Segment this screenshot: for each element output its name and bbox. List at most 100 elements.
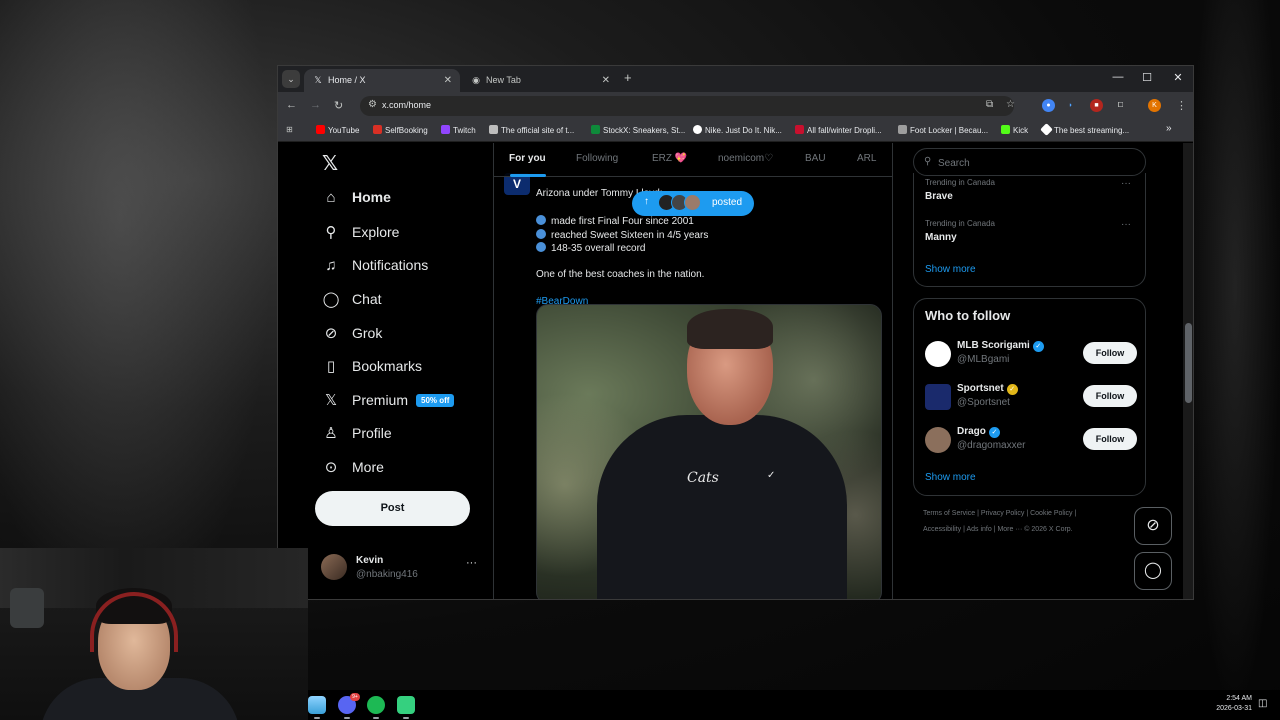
tab-title: New Tab: [486, 75, 521, 85]
follow-suggestion[interactable]: Sportsnet ✓ @Sportsnet Follow: [925, 382, 1137, 414]
more-horizontal-icon[interactable]: ···: [466, 557, 477, 569]
nav-chat[interactable]: ◯ Chat: [322, 290, 382, 314]
nav-label: Chat: [352, 291, 382, 307]
arrow-up-icon: ↑: [644, 196, 649, 207]
more-bookmarks-button[interactable]: »: [1166, 123, 1172, 134]
install-app-icon[interactable]: ⧉: [986, 99, 993, 110]
account-switcher[interactable]: Kevin @nbaking416 ···: [321, 551, 486, 591]
nav-bookmarks[interactable]: ▯ Bookmarks: [322, 357, 422, 381]
extension-badge-icon[interactable]: ■: [1090, 99, 1103, 112]
x-logo-icon[interactable]: 𝕏: [322, 151, 338, 176]
tab-for-you[interactable]: For you: [509, 153, 546, 164]
bookmark-kick[interactable]: Kick: [1001, 125, 1028, 135]
maximize-button[interactable]: ☐: [1139, 71, 1155, 84]
tab-erz[interactable]: ERZ 💖: [652, 153, 687, 164]
scrollbar-thumb[interactable]: [1185, 323, 1192, 403]
bookmark-star-icon[interactable]: ☆: [1006, 99, 1015, 110]
footer-links[interactable]: Terms of Service | Privacy Policy | Cook…: [923, 510, 1076, 517]
bookmark-youtube[interactable]: YouTube: [316, 125, 359, 135]
bookmark-footlocker[interactable]: Foot Locker | Becau...: [898, 125, 988, 135]
bookmark-nike[interactable]: Nike. Just Do It. Nik...: [693, 125, 782, 135]
audio-extension-icon[interactable]: ◗: [1064, 99, 1077, 112]
youtube-icon: [316, 125, 325, 134]
new-tab-button[interactable]: +: [624, 70, 632, 85]
bell-icon: ♫: [325, 257, 337, 274]
tab-arl[interactable]: ARL: [857, 153, 876, 164]
taskbar-clock[interactable]: 2:54 AM 2026-03-31: [1206, 694, 1252, 714]
bookmark-label: YouTube: [328, 126, 360, 135]
follow-button[interactable]: Follow: [1083, 342, 1137, 364]
browser-menu-icon[interactable]: ⋮: [1176, 99, 1187, 112]
bookmark-official-site[interactable]: The official site of t...: [489, 125, 574, 135]
nav-home[interactable]: ⌂ Home: [322, 189, 390, 213]
nav-notifications[interactable]: ♫ Notifications: [322, 257, 428, 281]
image-person-hair: [687, 309, 773, 349]
who-to-follow-show-more[interactable]: Show more: [925, 472, 976, 483]
extension-icon[interactable]: ●: [1042, 99, 1055, 112]
close-window-button[interactable]: ✕: [1170, 71, 1186, 84]
bookmark-droplist[interactable]: All fall/winter Dropli...: [795, 125, 882, 135]
tweet-image[interactable]: Cats ✓: [536, 304, 882, 599]
tab-noemicom[interactable]: noemicom♡: [718, 153, 773, 164]
extensions-puzzle-icon[interactable]: ⧠: [1114, 99, 1127, 112]
chat-app-icon[interactable]: [397, 696, 415, 714]
more-horizontal-icon[interactable]: ···: [1121, 219, 1131, 230]
tab-home-x[interactable]: 𝕏 Home / X ✕: [304, 69, 460, 92]
follow-suggestion[interactable]: Drago ✓ @dragomaxxer Follow: [925, 425, 1137, 457]
new-posts-pill[interactable]: ↑ posted: [632, 191, 754, 216]
grok-fab-icon[interactable]: ⊘: [1134, 507, 1172, 545]
apps-grid-icon[interactable]: ⊞: [286, 125, 293, 134]
tab-bau[interactable]: BAU: [805, 153, 826, 164]
bookmark-streaming[interactable]: The best streaming...: [1040, 123, 1129, 136]
suggestion-name: Drago ✓: [957, 426, 1000, 438]
bookmark-selfbooking[interactable]: SelfBooking: [373, 125, 428, 135]
nav-explore[interactable]: ⚲ Explore: [322, 223, 400, 247]
file-explorer-icon[interactable]: [308, 696, 326, 714]
notification-bell-icon[interactable]: ◫: [1258, 698, 1267, 709]
close-icon[interactable]: ✕: [602, 69, 610, 92]
follow-button[interactable]: Follow: [1083, 428, 1137, 450]
nav-premium[interactable]: 𝕏 Premium 50% off: [322, 391, 455, 415]
suggestion-handle: @dragomaxxer: [957, 440, 1026, 451]
search-input[interactable]: [938, 155, 1138, 171]
trend-item[interactable]: Trending in Canada Manny ···: [925, 219, 1135, 243]
suggestion-name: MLB Scorigami ✓: [957, 340, 1044, 352]
nav-grok[interactable]: ⊘ Grok: [322, 324, 383, 348]
tab-search-button[interactable]: ⌄: [282, 70, 300, 88]
app-running-indicator: [344, 717, 350, 719]
address-bar[interactable]: ⚙ x.com/home ⧉ ☆: [360, 96, 1015, 116]
forward-button[interactable]: →: [310, 99, 321, 111]
search-box[interactable]: ⚲: [913, 148, 1146, 176]
suggestion-name-text: Drago: [957, 426, 986, 437]
back-button[interactable]: ←: [286, 99, 297, 111]
streaming-icon: [1040, 123, 1053, 136]
follow-suggestion[interactable]: MLB Scorigami ✓ @MLBgami Follow: [925, 339, 1137, 371]
minimize-button[interactable]: —: [1110, 71, 1126, 83]
url-text: x.com/home: [382, 100, 432, 110]
footer-links[interactable]: Accessibility | Ads info | More ··· © 20…: [923, 526, 1073, 533]
trend-item[interactable]: Trending in Canada Brave ···: [925, 178, 1135, 202]
trends-show-more[interactable]: Show more: [925, 264, 976, 275]
follow-button[interactable]: Follow: [1083, 385, 1137, 407]
tab-following[interactable]: Following: [576, 153, 618, 164]
nav-profile[interactable]: ♙ Profile: [322, 424, 391, 448]
more-horizontal-icon[interactable]: ···: [1121, 178, 1131, 189]
spotify-icon[interactable]: [367, 696, 385, 714]
reload-button[interactable]: ↻: [334, 99, 343, 112]
site-info-icon[interactable]: ⚙: [368, 99, 377, 110]
bookmark-twitch[interactable]: Twitch: [441, 125, 476, 135]
post-button[interactable]: Post: [315, 491, 470, 526]
profile-avatar[interactable]: K: [1148, 99, 1161, 112]
nav-label: Grok: [352, 325, 383, 341]
nav-more[interactable]: ⊙ More: [322, 458, 384, 482]
messages-fab-icon[interactable]: ◯: [1134, 552, 1172, 590]
tab-new-tab[interactable]: ◉ New Tab ✕: [462, 69, 618, 92]
suggestion-handle: @MLBgami: [957, 354, 1010, 365]
selfbooking-icon: [373, 125, 382, 134]
nav-label: Premium: [352, 392, 409, 408]
bookmark-label: Nike. Just Do It. Nik...: [705, 126, 782, 135]
blue-circle-icon: [536, 229, 546, 239]
close-icon[interactable]: ✕: [444, 69, 452, 92]
scrollbar[interactable]: [1183, 143, 1193, 599]
bookmark-stockx[interactable]: StockX: Sneakers, St...: [591, 125, 685, 135]
